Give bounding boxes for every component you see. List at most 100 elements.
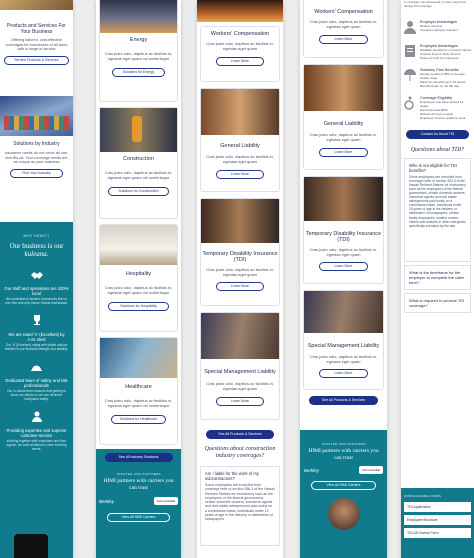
- faq-question-heading: Questions about construction industry co…: [204, 446, 276, 459]
- product-card-workers-comp: Workers' Compensation Cras justo odio, d…: [200, 26, 280, 82]
- feature-body: Our in-house team ensures that getting t…: [7, 389, 66, 401]
- management-photo: [304, 291, 383, 333]
- faq-item-collapsed[interactable]: What is the timeframe for the employer t…: [404, 264, 471, 290]
- benefit-item: Maximum benefits up to 26 weeks: [420, 79, 466, 84]
- trophy-icon: [33, 315, 40, 325]
- liability-photo: [201, 89, 279, 135]
- hospitality-photo: [100, 225, 177, 265]
- card-title: General Liability: [220, 143, 260, 149]
- wheelchair-icon: [404, 96, 414, 110]
- feature-rating: We are rated 'A' (Excellent) by A.M. Bes…: [0, 313, 73, 351]
- why-kicker: WHY HEMIC?: [23, 234, 50, 238]
- header-photo: [0, 0, 73, 10]
- industry-card-healthcare: Healthcare Cras justo odio, dapibus ac f…: [99, 337, 178, 445]
- card-title: Workers' Compensation: [314, 9, 373, 15]
- partners-section: See All Industry Solutions TRUSTED HIMI …: [96, 449, 181, 558]
- products-card: Products and Services For Your Business …: [0, 23, 73, 65]
- panel-products-services: Workers' Compensation Cras justo odio, d…: [300, 0, 387, 558]
- learn-more-button[interactable]: Learn More: [215, 170, 265, 179]
- umbrella-icon: [404, 68, 416, 81]
- carrier-logos: Berkley GALLAGHER: [304, 466, 383, 474]
- learn-more-button[interactable]: Learn More: [319, 262, 368, 271]
- faq-answer: Some employees are excluded from coverag…: [205, 483, 275, 522]
- partners-kicker: TRUSTED HIMI PARTNERS: [321, 442, 366, 446]
- learn-more-button[interactable]: Learn More: [215, 57, 265, 66]
- employee-advantages: Employee Advantages Disability benefits …: [401, 44, 474, 60]
- form-link[interactable]: TDI-45 Claims Form: [404, 528, 471, 538]
- review-products-button[interactable]: Review Products & Services: [4, 55, 69, 65]
- product-card-special-management: Special Management Liability Cras justo …: [303, 290, 384, 390]
- solutions-healthcare-button[interactable]: Solutions for Healthcare: [110, 415, 167, 424]
- view-carriers-button[interactable]: View All HIMI Carriers: [107, 513, 170, 522]
- tdi-intro: a. employer can still benefit in many wa…: [404, 0, 467, 8]
- management-photo: [201, 313, 279, 359]
- learn-more-button[interactable]: Learn More: [319, 35, 368, 44]
- clipboard-icon: [405, 44, 415, 57]
- advantage-item: Peace of mind for employees: [420, 55, 459, 60]
- shipping-port-photo: [0, 96, 73, 136]
- product-card-workers-comp: Workers' Compensation Cras justo odio, d…: [303, 0, 384, 58]
- solutions-energy-button[interactable]: Solutions for Energy: [111, 68, 166, 77]
- card-title: Special Management Liability: [307, 343, 380, 349]
- card-title: Healthcare: [125, 384, 152, 390]
- feature-body: We understand Hawaii's businesses like n…: [5, 297, 68, 305]
- feature-title: Providing expertise and superior custome…: [6, 428, 67, 438]
- berkley-logo: Berkley: [304, 467, 320, 473]
- card-body: Cras justo odio, dapibus ac facilisis in…: [309, 354, 378, 364]
- coverage-eligibility: Coverage Eligibility Employees who have …: [401, 96, 474, 120]
- eligibility-item: Employees who have worked 14 weeks: [420, 99, 464, 108]
- employer-advantages: Employer Advantages Reduce lost time Inc…: [401, 20, 474, 34]
- card-body: Cras justo odio, dapibus ac facilisis in…: [206, 381, 274, 391]
- card-title: Temporary Disability Insurance (TDI): [202, 251, 278, 263]
- benefit-item: Weekly benefit of 58% of average weekly …: [420, 71, 465, 80]
- faq-question: Am I liable for the work of my subcontra…: [205, 471, 259, 481]
- tdi-photo: [304, 177, 383, 221]
- liability-photo: [304, 65, 383, 111]
- find-industry-button[interactable]: Find Your Industry: [10, 168, 63, 178]
- learn-more-button[interactable]: Learn More: [319, 369, 368, 378]
- healthcare-photo: [100, 338, 177, 378]
- card-title: Workers' Compensation: [210, 31, 270, 37]
- learn-more-button[interactable]: Learn More: [319, 148, 368, 157]
- contact-tdi-button[interactable]: Contact Us About TDI: [406, 129, 469, 139]
- view-carriers-button[interactable]: View All HIMI Carriers: [311, 481, 376, 490]
- forms-kicker: DOWNLOADABLE FORMS: [404, 494, 442, 498]
- see-all-products-button[interactable]: See All Products & Services: [205, 430, 275, 439]
- faq-question: Who is not eligible for TDI benefits?: [409, 162, 457, 173]
- card-title: Construction: [123, 156, 154, 162]
- partners-kicker: TRUSTED HIMI PARTNERS: [116, 472, 161, 476]
- faq-item[interactable]: Am I liable for the work of my subcontra…: [200, 466, 280, 546]
- form-link[interactable]: Employee Brochure: [404, 515, 471, 525]
- products-title: Products and Services For Your Business: [7, 23, 66, 35]
- learn-more-button[interactable]: Learn More: [215, 282, 265, 291]
- feature-safety: Dedicated team of safety and risk profes…: [0, 359, 73, 401]
- avatar: [327, 498, 360, 530]
- card-title: Energy: [129, 37, 148, 43]
- card-body: Cras justo odio, dapibus ac facilisis in…: [309, 132, 378, 142]
- card-body: Cras justo odio, dapibus ac facilisis in…: [309, 247, 378, 257]
- why-headline-kuleana: kuleana.: [24, 250, 49, 258]
- why-hemic-section: WHY HEMIC? Our business is our kuleana. …: [0, 222, 73, 558]
- faq-item[interactable]: Who is not eligible for TDI benefits? So…: [404, 157, 471, 262]
- solutions-hospitality-button[interactable]: Solutions for Hospitality: [108, 302, 169, 311]
- see-all-industry-button[interactable]: See All Industry Solutions: [104, 453, 173, 462]
- faq-item-collapsed[interactable]: What is required to provide TDI coverage…: [404, 292, 471, 313]
- form-link[interactable]: TDI Application: [404, 502, 471, 512]
- feature-title: Our staff and operations are 100% local: [4, 286, 69, 296]
- partners-headline: HIMI partners with carriers you can trus…: [308, 448, 379, 461]
- handshake-icon: [30, 272, 43, 279]
- product-card-special-management: Special Management Liability Cras justo …: [200, 312, 280, 420]
- card-body: Cras justo odio, dapibus ac facilisis in…: [206, 154, 274, 164]
- berkley-logo: Berkley: [99, 498, 115, 504]
- advantage-item: Disability benefits for non-work injurie…: [420, 47, 472, 52]
- card-title: Special Management Liability: [204, 369, 276, 375]
- see-all-products-button[interactable]: See All Products & Services: [308, 396, 379, 405]
- carrier-logos: Berkley GALLAGHER: [99, 497, 178, 505]
- solutions-construction-button[interactable]: Solutions for Construction: [108, 187, 169, 196]
- panel-tdi: a. employer can still benefit in many wa…: [401, 0, 474, 558]
- header-sunset-photo: [197, 0, 283, 22]
- feature-title: We are rated 'A' (Excellent) by A.M. Bes…: [8, 332, 65, 342]
- card-title: Temporary Disability Insurance (TDI): [305, 231, 382, 243]
- learn-more-button[interactable]: Learn More: [215, 397, 265, 406]
- product-card-general-liability: General Liability Cras justo odio, dapib…: [200, 88, 280, 192]
